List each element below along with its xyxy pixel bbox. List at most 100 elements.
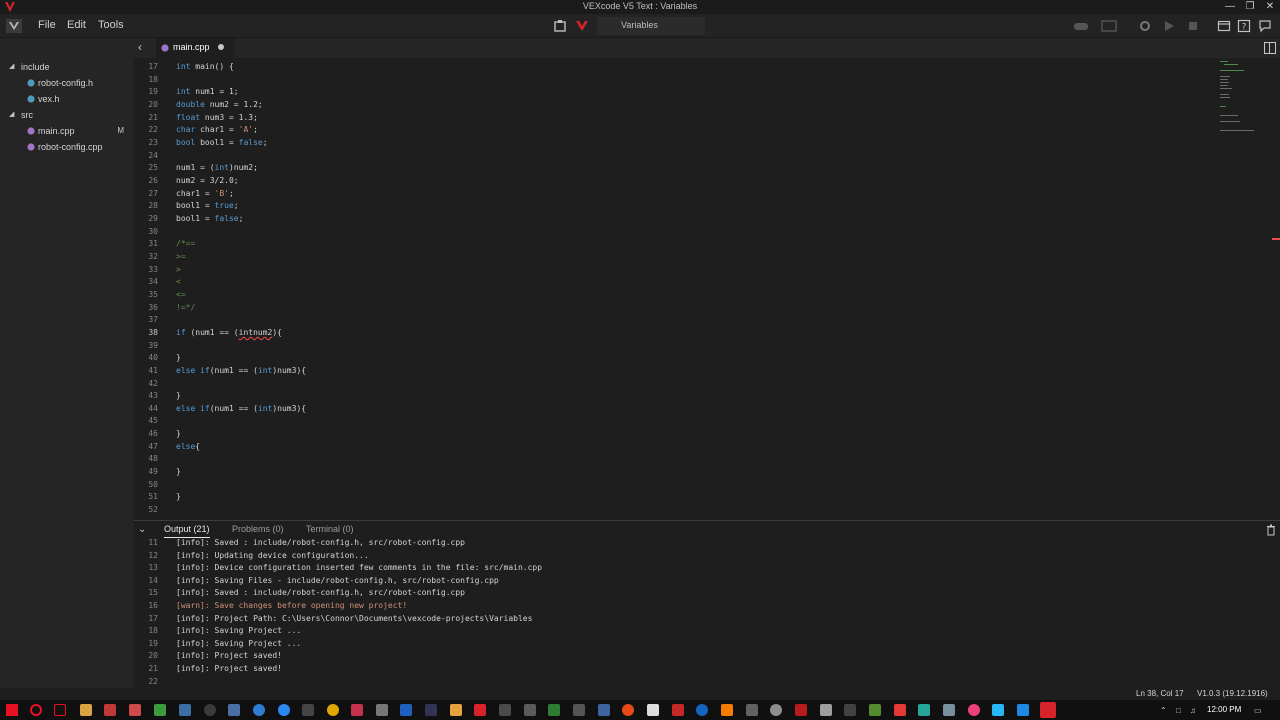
search-icon[interactable] — [30, 704, 42, 716]
app-icon-pink[interactable] — [968, 704, 980, 716]
unsaved-dot-icon[interactable] — [218, 44, 224, 50]
app-icon-dark-2[interactable] — [499, 704, 511, 716]
code-line[interactable]: 39 — [134, 340, 1214, 353]
code-line[interactable]: 26 num2 = 3/2.0; — [134, 175, 1214, 188]
code-line[interactable]: 41 else if(num1 == (int)num3){ — [134, 365, 1214, 378]
slot-icon[interactable] — [1101, 19, 1117, 33]
menu-edit[interactable]: Edit — [67, 19, 86, 31]
tray-chevron-icon[interactable]: ⌃ — [1160, 706, 1167, 715]
code-line[interactable]: 23 bool bool1 = false; — [134, 137, 1214, 150]
vexcode-taskbar-icon[interactable] — [1040, 702, 1056, 718]
app-icon-dark[interactable] — [204, 704, 216, 716]
collapse-panel-icon[interactable]: ⌄ — [138, 524, 146, 535]
code-line[interactable]: 36 !=*/ — [134, 302, 1214, 315]
code-line[interactable]: 30 — [134, 226, 1214, 239]
app-icon-blue[interactable] — [228, 704, 240, 716]
tab-output[interactable]: Output (21) — [164, 524, 210, 538]
code-editor[interactable]: 17 int main() {18 19 int num1 = 1; 20 double … — [134, 58, 1280, 520]
app-icon-blue-7[interactable] — [1017, 704, 1029, 716]
store-icon[interactable] — [104, 704, 116, 716]
minimap[interactable] — [1218, 58, 1268, 148]
start-icon[interactable] — [6, 704, 18, 716]
network-icon[interactable]: □ — [1176, 706, 1181, 715]
menu-file[interactable]: File — [38, 19, 56, 31]
tree-file-robot-config-cpp[interactable]: robot-config.cpp — [0, 139, 134, 155]
code-line[interactable]: 35 <= — [134, 289, 1214, 302]
clear-output-trash-icon[interactable] — [1266, 524, 1276, 536]
taskbar-clock[interactable]: 12:00 PM — [1207, 705, 1241, 714]
app-icon-blue-3[interactable] — [278, 704, 290, 716]
app-icon-dark-5[interactable] — [844, 704, 856, 716]
steam-icon[interactable] — [179, 704, 191, 716]
devices-icon[interactable] — [553, 19, 567, 33]
code-line[interactable]: 46} — [134, 428, 1214, 441]
app-icon-orange[interactable] — [450, 704, 462, 716]
code-line[interactable]: 52 — [134, 504, 1214, 517]
cursor-position[interactable]: Ln 38, Col 17 — [1136, 689, 1184, 698]
code-line[interactable]: 50 — [134, 479, 1214, 492]
close-button[interactable]: ✕ — [1260, 0, 1280, 14]
layout-icon[interactable] — [1217, 19, 1231, 33]
app-icon-gray-4[interactable] — [770, 704, 782, 716]
tree-file-main-cpp[interactable]: main.cpp M — [0, 123, 134, 139]
app-icon-dark-3[interactable] — [524, 704, 536, 716]
app-icon-green-2[interactable] — [548, 704, 560, 716]
brain-icon[interactable] — [575, 19, 589, 33]
app-icon-red-2[interactable] — [474, 704, 486, 716]
app-icon-orange-3[interactable] — [721, 704, 733, 716]
menu-tools[interactable]: Tools — [98, 19, 124, 31]
controller-icon[interactable] — [1073, 19, 1089, 33]
code-line[interactable]: 43} — [134, 390, 1214, 403]
maximize-button[interactable]: ❐ — [1240, 0, 1260, 14]
tab-problems[interactable]: Problems (0) — [232, 524, 284, 534]
code-line[interactable]: 32 >= — [134, 251, 1214, 264]
app-icon-white[interactable] — [647, 704, 659, 716]
run-icon[interactable] — [1162, 19, 1176, 33]
code-line[interactable]: 48 — [134, 453, 1214, 466]
code-line[interactable]: 21 float num3 = 1.3; — [134, 112, 1214, 125]
app-icon-gray-2[interactable] — [376, 704, 388, 716]
app-icon-gray[interactable] — [302, 704, 314, 716]
code-line[interactable]: 40} — [134, 352, 1214, 365]
code-line[interactable]: 51} — [134, 491, 1214, 504]
tree-file-robot-config-h[interactable]: robot-config.h — [0, 75, 134, 91]
feedback-icon[interactable] — [1258, 19, 1272, 33]
code-line[interactable]: 49} — [134, 466, 1214, 479]
code-line[interactable]: 19 int num1 = 1; — [134, 86, 1214, 99]
back-arrow-icon[interactable]: ‹ — [138, 40, 142, 54]
code-line[interactable]: 34 < — [134, 276, 1214, 289]
tab-main-cpp[interactable]: main.cpp — [156, 38, 234, 58]
app-icon-green[interactable] — [154, 704, 166, 716]
volume-icon[interactable]: ♫ — [1190, 706, 1196, 715]
app-icon-blue-6[interactable] — [696, 704, 708, 716]
app-icon-navy[interactable] — [425, 704, 437, 716]
app-icon-dark-4[interactable] — [573, 704, 585, 716]
code-line[interactable]: 18 — [134, 74, 1214, 87]
code-line[interactable]: 25 num1 = (int)num2; — [134, 162, 1214, 175]
code-line[interactable]: 28 bool1 = true; — [134, 200, 1214, 213]
code-line[interactable]: 29 bool1 = false; — [134, 213, 1214, 226]
app-icon-gray-5[interactable] — [820, 704, 832, 716]
app-icon-teal[interactable] — [918, 704, 930, 716]
code-line[interactable]: 27 char1 = 'B'; — [134, 188, 1214, 201]
file-explorer-icon[interactable] — [80, 704, 92, 716]
app-icon-red[interactable] — [351, 704, 363, 716]
app-icon-green-3[interactable] — [869, 704, 881, 716]
code-line[interactable]: 31 /*== — [134, 238, 1214, 251]
tab-terminal[interactable]: Terminal (0) — [306, 524, 354, 534]
code-line[interactable]: 24 — [134, 150, 1214, 163]
app-icon-blue-2[interactable] — [253, 704, 265, 716]
code-line[interactable]: 17 int main() { — [134, 61, 1214, 74]
app-icon-red-4[interactable] — [795, 704, 807, 716]
app-icon-blue-4[interactable] — [400, 704, 412, 716]
chrome-icon[interactable] — [327, 704, 339, 716]
notifications-icon[interactable]: ▭ — [1254, 706, 1262, 715]
stop-icon[interactable] — [1186, 19, 1200, 33]
app-icon-red-5[interactable] — [894, 704, 906, 716]
code-line[interactable]: 37 — [134, 314, 1214, 327]
code-line[interactable]: 38 if (num1 == (intnum2){ — [134, 327, 1214, 340]
app-icon-lightblue[interactable] — [992, 704, 1004, 716]
code-line[interactable]: 44 else if(num1 == (int)num3){ — [134, 403, 1214, 416]
task-view-icon[interactable] — [54, 704, 66, 716]
app-icon-gray-3[interactable] — [746, 704, 758, 716]
